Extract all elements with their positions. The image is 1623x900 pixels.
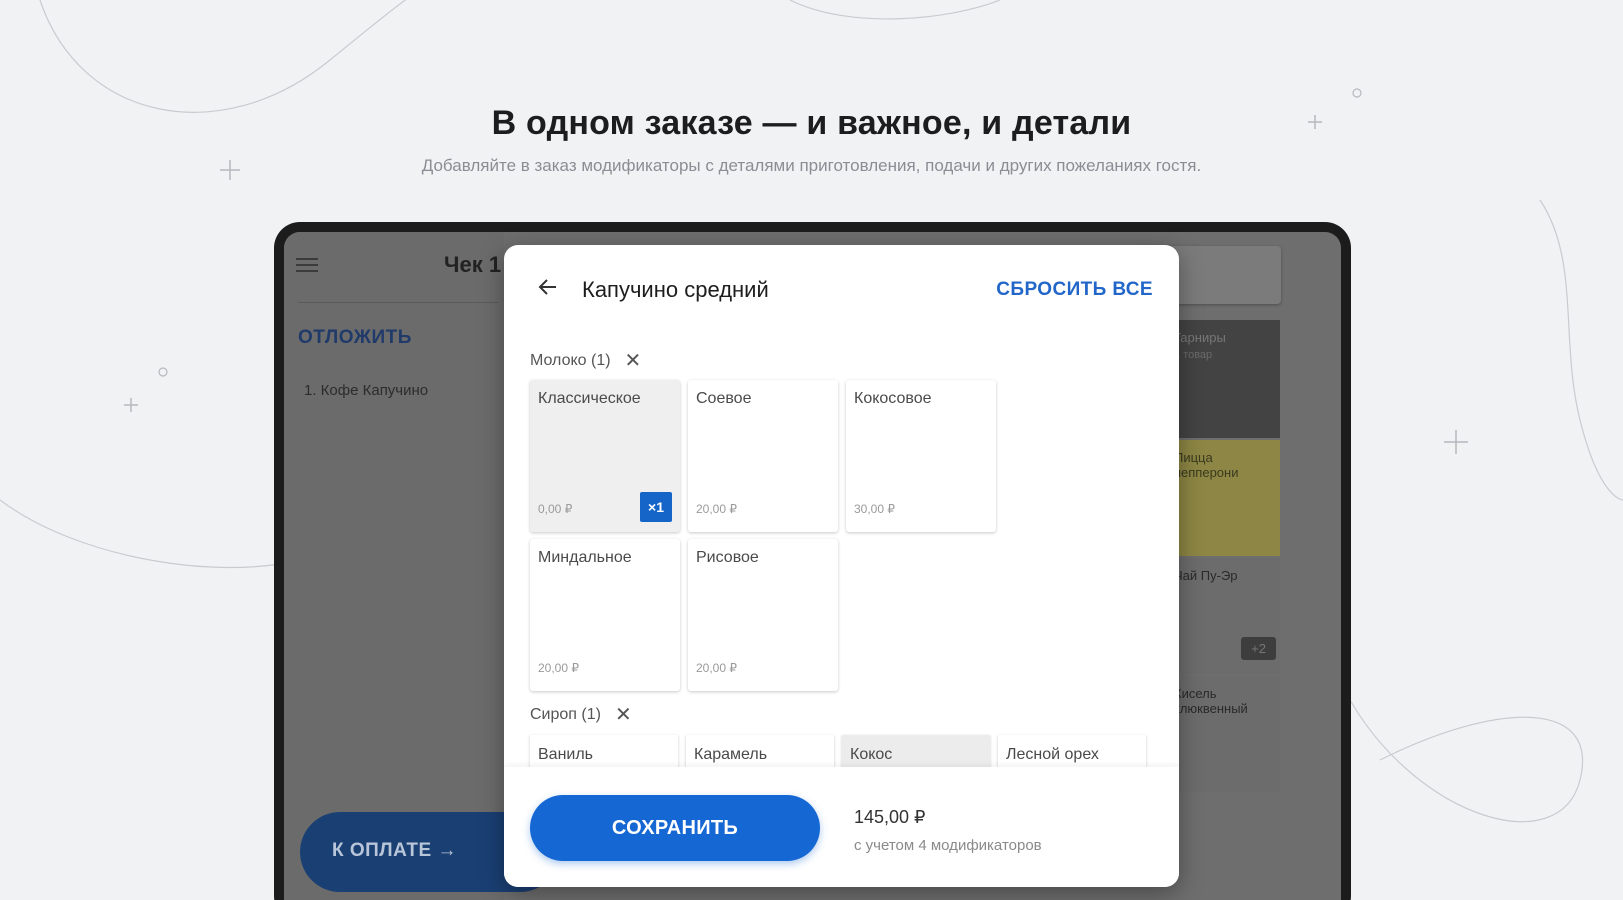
close-icon[interactable]: ✕: [615, 702, 632, 727]
modifier-price: 20,00 ₽: [696, 661, 737, 675]
modifier-card-coconut[interactable]: Кокосовое 30,00 ₽: [846, 380, 996, 532]
postpone-button[interactable]: ОТЛОЖИТЬ: [298, 327, 412, 349]
quantity-badge: +2: [1241, 637, 1276, 660]
syrup-group-header: Сироп (1) ✕: [530, 702, 632, 727]
modifier-price: 20,00 ₽: [538, 661, 579, 675]
menu-tile-garnish[interactable]: Гарниры 1 товар: [1164, 320, 1280, 438]
modifier-name: Соевое: [696, 390, 752, 407]
menu-tile-kissel[interactable]: Кисель клюквенный: [1164, 676, 1280, 792]
modifier-card-rice[interactable]: Рисовое 20,00 ₽: [688, 539, 838, 691]
close-icon[interactable]: ✕: [625, 348, 642, 373]
page-title: В одном заказе — и важное, и детали: [491, 104, 1132, 142]
menu-tile-label: Пицца пепперони: [1174, 450, 1239, 480]
dialog-title: Капучино средний: [582, 277, 769, 302]
group-title: Сироп (1): [530, 706, 601, 723]
modifier-name: Миндальное: [538, 549, 632, 566]
modifier-card-almond[interactable]: Миндальное 20,00 ₽: [530, 539, 680, 691]
modifier-card-classic[interactable]: Классическое 0,00 ₽ ×1: [530, 380, 680, 532]
page-subtitle: Добавляйте в заказ модификаторы с деталя…: [421, 156, 1202, 175]
menu-tile-tea[interactable]: Чай Пу-Эр +2: [1164, 558, 1280, 674]
modifier-name: Классическое: [538, 390, 641, 407]
group-title: Молоко (1): [530, 352, 611, 369]
back-arrow-icon[interactable]: [536, 275, 560, 299]
menu-icon[interactable]: [296, 258, 318, 272]
modifier-name: Рисовое: [696, 549, 759, 566]
menu-tile-count: 1 товар: [1174, 349, 1213, 361]
menu-tile-label: Гарниры: [1174, 330, 1226, 345]
modifier-price: 0,00 ₽: [538, 502, 573, 516]
order-line-item[interactable]: 1. Кофе Капучино: [304, 382, 428, 399]
menu-tile-label: Чай Пу-Эр: [1174, 568, 1238, 583]
menu-tile-pizza[interactable]: Пицца пепперони: [1164, 440, 1280, 556]
milk-group-header: Молоко (1) ✕: [530, 348, 641, 373]
modifier-price: 20,00 ₽: [696, 502, 737, 516]
modifier-dialog: Капучино средний СБРОСИТЬ ВСЕ Молоко (1)…: [504, 245, 1179, 887]
menu-tile-label: Кисель клюквенный: [1174, 686, 1248, 716]
save-button[interactable]: СОХРАНИТЬ: [530, 795, 820, 861]
total-price: 145,00 ₽: [854, 807, 926, 827]
divider: [298, 302, 498, 303]
modifier-card-soy[interactable]: Соевое 20,00 ₽: [688, 380, 838, 532]
modifier-name: Кокосовое: [854, 390, 932, 407]
total-note: с учетом 4 модификаторов: [854, 837, 1042, 854]
quantity-badge[interactable]: ×1: [640, 492, 672, 522]
order-panel: Чек 1 ОТЛОЖИТЬ 1. Кофе Капучино К ОПЛАТЕ…: [284, 232, 560, 900]
modifier-price: 30,00 ₽: [854, 502, 895, 516]
check-title: Чек 1: [444, 252, 502, 277]
reset-all-button[interactable]: СБРОСИТЬ ВСЕ: [996, 279, 1153, 301]
dialog-footer: СОХРАНИТЬ 145,00 ₽ с учетом 4 модификато…: [504, 767, 1179, 887]
